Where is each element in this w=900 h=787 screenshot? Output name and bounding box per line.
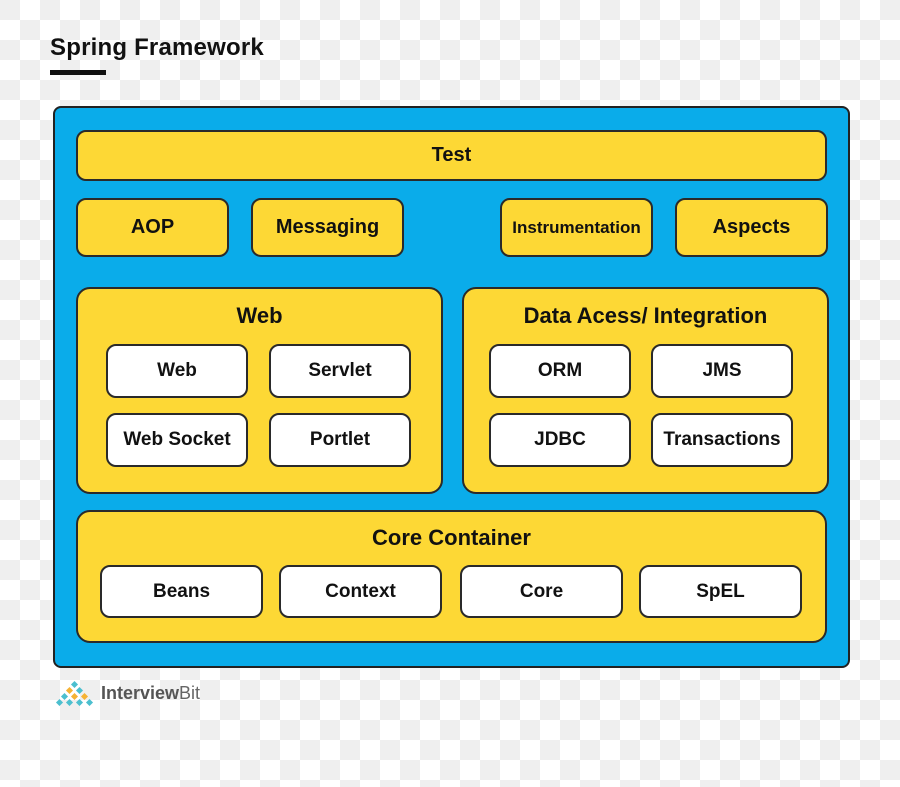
module-test-label: Test	[431, 144, 472, 166]
submodule-transactions-label: Transactions	[663, 429, 781, 450]
group-web-title: Web	[236, 303, 283, 328]
module-messaging: Messaging	[251, 198, 404, 257]
submodule-web-socket-label: Web Socket	[123, 429, 231, 450]
submodule-core: Core	[460, 565, 623, 618]
submodule-context: Context	[279, 565, 442, 618]
submodule-spel-label: SpEL	[696, 580, 745, 602]
submodule-orm: ORM	[489, 344, 631, 398]
submodule-portlet: Portlet	[269, 413, 411, 467]
logo-brand-bold: Interview	[101, 682, 180, 703]
submodule-beans-label: Beans	[152, 580, 211, 602]
submodule-web: Web	[106, 344, 248, 398]
submodule-web-socket: Web Socket	[106, 413, 248, 467]
module-aspects-label: Aspects	[712, 216, 791, 238]
submodule-orm-label: ORM	[537, 360, 583, 381]
submodule-context-label: Context	[325, 580, 396, 602]
module-aspects: Aspects	[675, 198, 828, 257]
triangle-of-diamonds-logo-icon	[55, 680, 94, 706]
submodule-web-label: Web	[157, 360, 197, 381]
submodule-portlet-label: Portlet	[309, 429, 371, 450]
submodule-beans: Beans	[100, 565, 263, 618]
module-aop-label: AOP	[130, 216, 175, 238]
submodule-servlet: Servlet	[269, 344, 411, 398]
group-core-container-title: Core Container	[372, 525, 531, 550]
group-data-access-title: Data Acess/ Integration	[523, 303, 768, 328]
title-underline	[50, 70, 106, 75]
submodule-servlet-label: Servlet	[308, 360, 372, 381]
module-instrumentation: Instrumentation	[500, 198, 653, 257]
submodule-jms-label: JMS	[702, 360, 742, 381]
submodule-jdbc-label: JDBC	[534, 429, 586, 450]
submodule-core-label: Core	[519, 580, 564, 602]
module-messaging-label: Messaging	[275, 216, 380, 238]
logo-wordmark: InterviewBit	[101, 683, 200, 704]
module-instrumentation-label: Instrumentation	[512, 217, 641, 237]
interviewbit-logo: InterviewBit	[55, 680, 200, 706]
submodule-jms: JMS	[651, 344, 793, 398]
submodule-jdbc: JDBC	[489, 413, 631, 467]
module-aop: AOP	[76, 198, 229, 257]
module-test: Test	[76, 130, 827, 181]
submodule-spel: SpEL	[639, 565, 802, 618]
logo-brand-light: Bit	[179, 682, 201, 703]
submodule-transactions: Transactions	[651, 413, 793, 467]
diagram-title: Spring Framework	[50, 34, 264, 61]
